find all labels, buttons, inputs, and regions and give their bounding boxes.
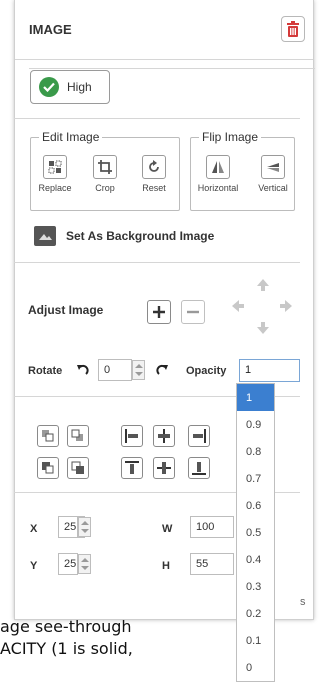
- opacity-dropdown[interactable]: 1 0.9 0.8 0.7 0.6 0.5 0.4 0.3 0.2 0.1 0: [236, 383, 275, 682]
- bring-forward-button[interactable]: [37, 425, 59, 447]
- opacity-option[interactable]: 0.4: [237, 546, 274, 573]
- trash-icon: [287, 21, 299, 37]
- bring-to-front-button[interactable]: [37, 457, 59, 479]
- edit-image-legend: Edit Image: [39, 130, 103, 144]
- align-bottom-icon: [192, 462, 206, 475]
- flip-horizontal-label: Horizontal: [197, 183, 239, 193]
- image-icon: [34, 226, 56, 246]
- opacity-option[interactable]: 0: [237, 654, 274, 681]
- crop-label: Crop: [95, 183, 115, 193]
- align-center-icon: [158, 429, 170, 443]
- opacity-option[interactable]: 0.7: [237, 465, 274, 492]
- replace-button[interactable]: Replace: [30, 155, 80, 193]
- rotate-input[interactable]: 0: [98, 359, 132, 381]
- opacity-option[interactable]: 0.3: [237, 573, 274, 600]
- crop-button[interactable]: Crop: [80, 155, 130, 193]
- panel-title: IMAGE: [29, 22, 72, 37]
- move-up-icon[interactable]: [255, 277, 271, 293]
- zoom-in-button[interactable]: [147, 300, 171, 324]
- opacity-option[interactable]: 1: [237, 384, 274, 411]
- align-right-button[interactable]: [188, 425, 210, 447]
- rotate-left-icon[interactable]: [76, 363, 90, 377]
- flip-horizontal-button[interactable]: Horizontal: [193, 155, 243, 193]
- divider: [14, 262, 300, 263]
- y-input[interactable]: 25: [58, 553, 78, 575]
- set-background-label: Set As Background Image: [66, 229, 215, 243]
- panel-truncated-text: s: [300, 596, 306, 608]
- opacity-option[interactable]: 0.6: [237, 492, 274, 519]
- crop-icon: [93, 155, 117, 179]
- delete-button[interactable]: [281, 16, 305, 42]
- minus-icon: [187, 310, 199, 314]
- align-top-button[interactable]: [121, 457, 143, 479]
- quality-label: High: [67, 80, 92, 94]
- align-right-icon: [193, 429, 206, 443]
- opacity-option[interactable]: 0.9: [237, 411, 274, 438]
- bring-to-front-icon: [42, 462, 54, 474]
- set-background-button[interactable]: Set As Background Image: [34, 226, 214, 246]
- bring-forward-icon: [42, 430, 54, 442]
- h-label: H: [162, 560, 170, 572]
- x-stepper[interactable]: [78, 517, 91, 537]
- align-middle-icon: [157, 462, 171, 474]
- align-top-icon: [125, 461, 139, 474]
- replace-icon: [43, 155, 67, 179]
- reset-icon: [142, 155, 166, 179]
- align-middle-button[interactable]: [153, 457, 175, 479]
- align-center-button[interactable]: [153, 425, 175, 447]
- flip-vertical-icon: [261, 155, 285, 179]
- y-stepper[interactable]: [78, 554, 91, 574]
- send-to-back-icon: [71, 461, 84, 474]
- opacity-option[interactable]: 0.8: [237, 438, 274, 465]
- send-backward-button[interactable]: [67, 425, 89, 447]
- move-down-icon[interactable]: [255, 320, 271, 336]
- opacity-label: Opacity: [186, 365, 227, 377]
- divider: [14, 118, 300, 119]
- send-backward-icon: [71, 429, 83, 441]
- quality-high-button[interactable]: High: [30, 70, 110, 104]
- zoom-out-button[interactable]: [181, 300, 205, 324]
- x-input[interactable]: 25: [58, 516, 78, 538]
- flip-horizontal-icon: [206, 155, 230, 179]
- panel-header: IMAGE: [15, 0, 313, 60]
- align-bottom-button[interactable]: [188, 457, 210, 479]
- flip-vertical-label: Vertical: [258, 183, 288, 193]
- move-left-icon[interactable]: [230, 298, 246, 314]
- replace-label: Replace: [38, 183, 72, 193]
- caption-text: age see-through ACITY (1 is solid,: [0, 616, 240, 660]
- opacity-option[interactable]: 0.1: [237, 627, 274, 654]
- reset-button[interactable]: Reset: [129, 155, 179, 193]
- adjust-image-label: Adjust Image: [28, 303, 104, 317]
- flip-vertical-button[interactable]: Vertical: [248, 155, 298, 193]
- opacity-option[interactable]: 0.2: [237, 600, 274, 627]
- w-label: W: [162, 523, 173, 535]
- send-to-back-button[interactable]: [67, 457, 89, 479]
- caption-line-1: age see-through: [0, 617, 132, 636]
- move-right-icon[interactable]: [278, 298, 294, 314]
- reset-label: Reset: [142, 183, 166, 193]
- h-input[interactable]: 55: [190, 553, 234, 575]
- rotate-right-icon[interactable]: [155, 363, 169, 377]
- plus-icon: [153, 306, 165, 318]
- x-label: X: [30, 523, 38, 535]
- align-left-icon: [125, 429, 138, 443]
- divider: [29, 68, 315, 69]
- check-circle-icon: [39, 77, 59, 97]
- rotate-label: Rotate: [28, 365, 63, 377]
- w-input[interactable]: 100: [190, 516, 234, 538]
- opacity-option[interactable]: 0.5: [237, 519, 274, 546]
- flip-image-legend: Flip Image: [199, 130, 262, 144]
- opacity-select[interactable]: 1: [239, 359, 300, 382]
- align-left-button[interactable]: [121, 425, 143, 447]
- caption-line-2: ACITY (1 is solid,: [0, 639, 133, 658]
- rotate-stepper[interactable]: [132, 360, 145, 380]
- y-label: Y: [30, 560, 38, 572]
